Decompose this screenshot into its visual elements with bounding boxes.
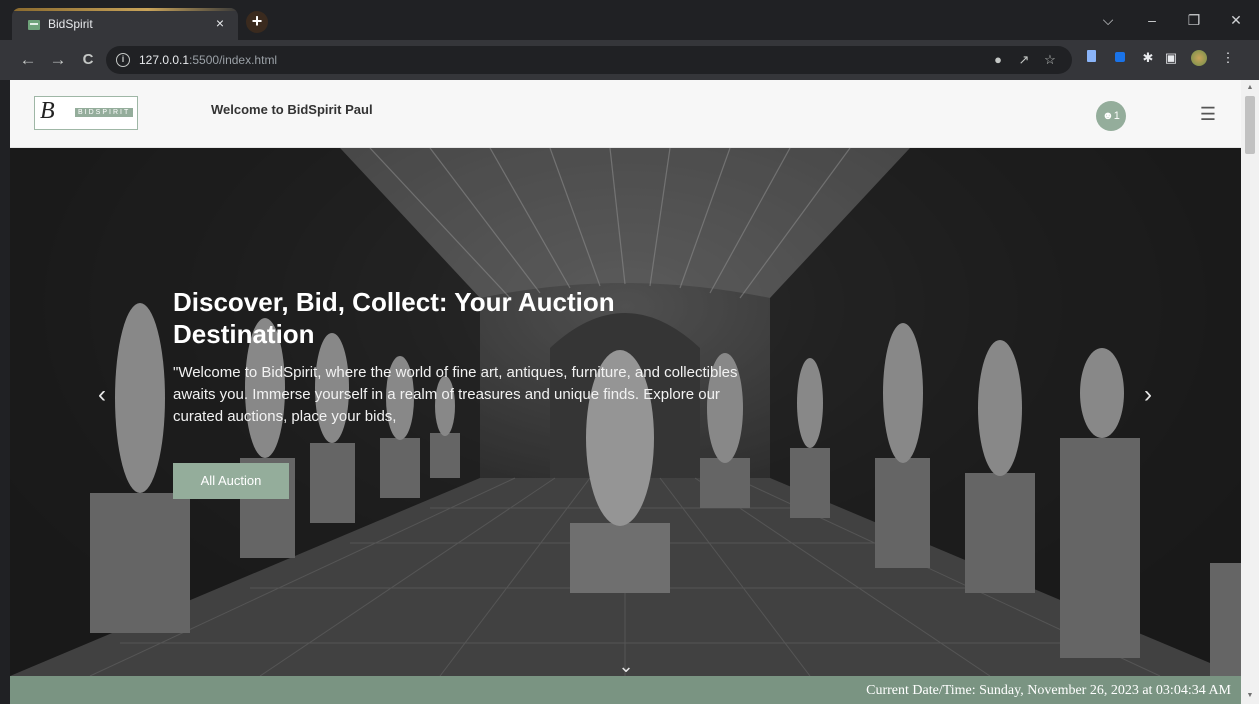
scroll-up-arrow-icon[interactable]: ▲ <box>1245 83 1255 93</box>
hamburger-menu-icon[interactable]: ☰ <box>1198 104 1218 124</box>
restore-button[interactable]: ❐ <box>1184 10 1204 30</box>
user-icon: ☻ <box>1102 110 1114 122</box>
close-window-button[interactable]: ✕ <box>1226 10 1246 30</box>
tab-bidspirit[interactable]: BidSpirit × <box>12 8 238 40</box>
url-path: :5500/index.html <box>189 53 278 67</box>
extension-doc-icon[interactable] <box>1083 50 1099 66</box>
current-datetime: Current Date/Time: Sunday, November 26, … <box>866 683 1231 698</box>
more-menu-icon[interactable]: ⋮ <box>1220 50 1236 66</box>
tab-accent-bar <box>12 8 238 11</box>
browser-toolbar: ← → C i 127.0.0.1:5500/index.html ● ↗ ☆ <box>0 40 1259 80</box>
new-tab-button[interactable]: + <box>246 11 268 33</box>
tab-search-icon[interactable]: ⌵ <box>1098 10 1118 30</box>
scrollbar-thumb[interactable] <box>1245 96 1255 154</box>
side-panel-icon[interactable]: ▣ <box>1163 50 1179 66</box>
logo-wordmark: BIDSPIRIT <box>75 108 134 117</box>
reload-button[interactable]: C <box>78 50 98 70</box>
scroll-down-chevron-icon[interactable]: ⌄ <box>614 656 638 676</box>
back-button[interactable]: ← <box>18 50 38 70</box>
user-badge: 1 <box>1113 110 1120 122</box>
hero-description: "Welcome to BidSpirit, where the world o… <box>173 364 738 425</box>
datetime-bar: Current Date/Time: Sunday, November 26, … <box>10 676 1241 704</box>
browser-window: BidSpirit × + ⌵ – ❐ ✕ ← → C i 127.0.0.1:… <box>0 0 1259 704</box>
tab-strip: BidSpirit × + ⌵ – ❐ ✕ <box>0 0 1259 40</box>
tab-title: BidSpirit <box>48 17 93 31</box>
address-bar[interactable]: i 127.0.0.1:5500/index.html ● ↗ ☆ <box>106 46 1072 74</box>
profile-avatar-icon[interactable] <box>1191 50 1207 66</box>
share-icon[interactable]: ↗ <box>1016 52 1032 68</box>
site-header: B BIDSPIRIT Welcome to BidSpirit Paul ☻1… <box>10 80 1241 148</box>
site-info-icon[interactable]: i <box>116 53 130 67</box>
logo-letter: B <box>40 98 55 124</box>
carousel-next-icon[interactable]: › <box>1138 380 1158 410</box>
scroll-down-arrow-icon[interactable]: ▼ <box>1245 691 1255 701</box>
bookmark-star-icon[interactable]: ☆ <box>1042 52 1058 68</box>
favicon-icon <box>28 20 40 30</box>
forward-button[interactable]: → <box>48 50 68 70</box>
url-host: 127.0.0.1 <box>139 53 190 67</box>
extensions-puzzle-icon[interactable]: ✱ <box>1140 50 1156 66</box>
hero-carousel: Discover, Bid, Collect: Your Auction Des… <box>10 148 1241 676</box>
url-text[interactable]: 127.0.0.1:5500/index.html <box>139 53 277 67</box>
page-scrollbar[interactable]: ▲ ▼ <box>1241 80 1259 704</box>
all-auction-button[interactable]: All Auction <box>173 463 289 499</box>
site-logo[interactable]: B BIDSPIRIT <box>34 96 138 130</box>
minimize-button[interactable]: – <box>1142 10 1162 30</box>
carousel-prev-icon[interactable]: ‹ <box>92 380 112 410</box>
location-pin-icon[interactable]: ● <box>990 52 1006 68</box>
user-account-button[interactable]: ☻1 <box>1096 101 1126 131</box>
web-page: B BIDSPIRIT Welcome to BidSpirit Paul ☻1… <box>10 80 1241 704</box>
extension-badge-icon[interactable] <box>1112 50 1128 66</box>
tab-close-icon[interactable]: × <box>212 15 228 31</box>
hero-title: Discover, Bid, Collect: Your Auction Des… <box>173 287 615 349</box>
welcome-message: Welcome to BidSpirit Paul <box>211 102 373 117</box>
